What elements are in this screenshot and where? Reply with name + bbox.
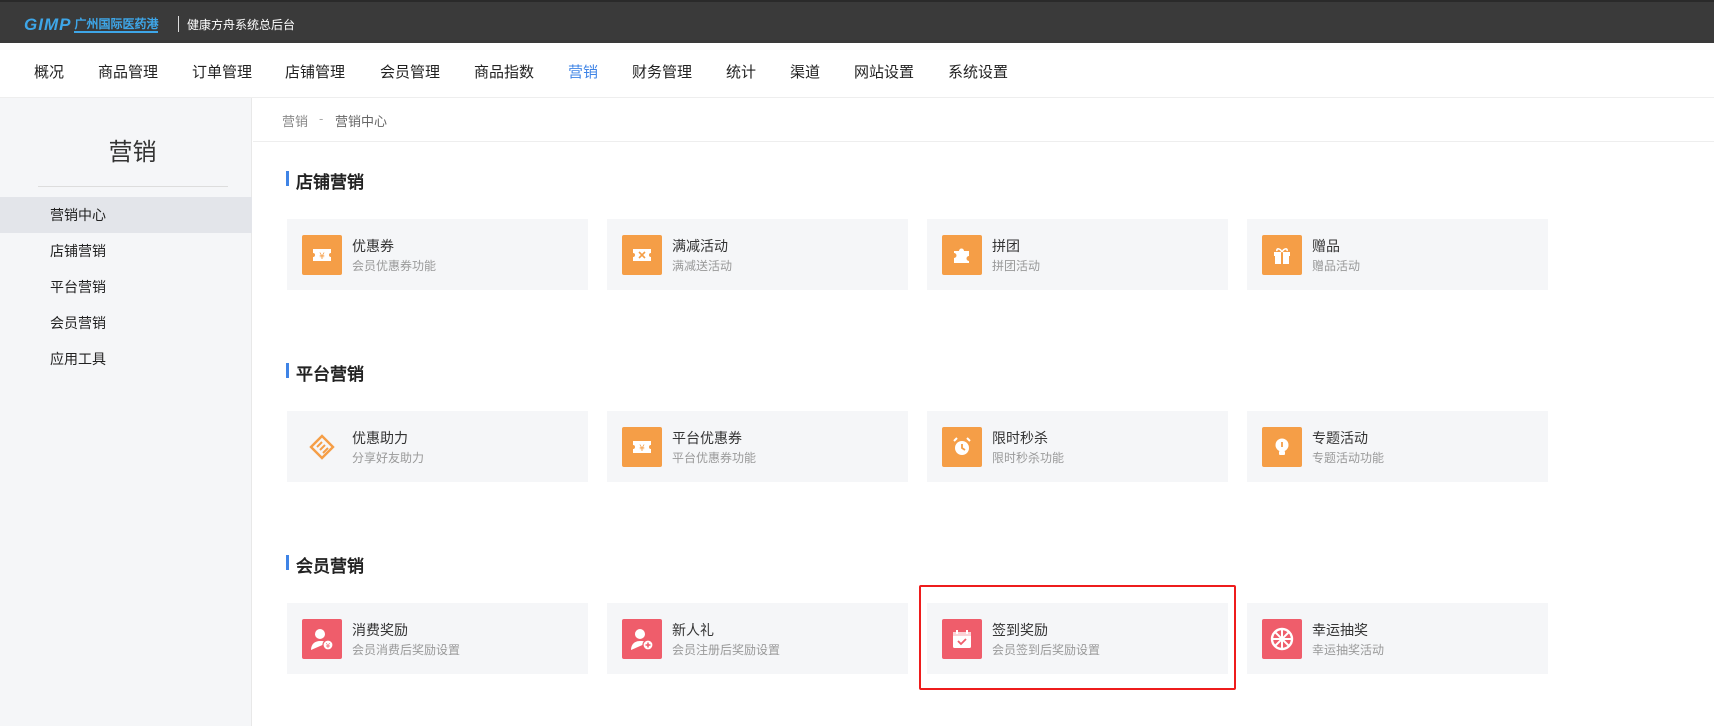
calendar-check-icon xyxy=(942,619,982,659)
card-gift[interactable]: 赠品 赠品活动 xyxy=(1247,219,1548,290)
card-name: 优惠券 xyxy=(352,238,394,254)
card-name: 赠品 xyxy=(1312,238,1340,254)
sidebar-item-store-marketing[interactable]: 店铺营销 xyxy=(0,233,252,269)
sidebar-divider xyxy=(38,186,228,187)
ticket-icon: ¥ xyxy=(302,235,342,275)
nav-item-channels[interactable]: 渠道 xyxy=(790,61,820,82)
puzzle-icon xyxy=(942,235,982,275)
svg-text:¥: ¥ xyxy=(639,444,645,454)
card-name: 专题活动 xyxy=(1312,430,1368,446)
svg-text:¥: ¥ xyxy=(319,252,325,262)
section-title-store-marketing: 店铺营销 xyxy=(286,168,364,193)
card-newcomer-gift[interactable]: 新人礼 会员注册后奖励设置 xyxy=(607,603,908,674)
top-bar: GIMP 广州国际医药港 健康方舟系统总后台 xyxy=(0,0,1714,43)
divider xyxy=(178,16,179,32)
breadcrumb-parent[interactable]: 营销 xyxy=(282,111,308,130)
nav-item-stores[interactable]: 店铺管理 xyxy=(285,61,345,82)
card-coupon[interactable]: ¥ 优惠券 会员优惠券功能 xyxy=(287,219,588,290)
card-boost[interactable]: 优惠助力 分享好友助力 xyxy=(287,411,588,482)
card-special-event[interactable]: 专题活动 专题活动功能 xyxy=(1247,411,1548,482)
card-desc: 拼团活动 xyxy=(992,259,1041,273)
tag-icon xyxy=(302,427,342,467)
card-desc: 专题活动功能 xyxy=(1312,451,1385,465)
nav-item-marketing[interactable]: 营销 xyxy=(568,61,598,82)
nav-item-system-settings[interactable]: 系统设置 xyxy=(948,61,1008,82)
sidebar-item-tools[interactable]: 应用工具 xyxy=(0,341,252,377)
logo[interactable]: GIMP 广州国际医药港 xyxy=(24,15,159,35)
lightbulb-icon xyxy=(1262,427,1302,467)
card-desc: 分享好友助力 xyxy=(352,451,425,465)
card-flash-sale[interactable]: 限时秒杀 限时秒杀功能 xyxy=(927,411,1228,482)
card-desc: 平台优惠券功能 xyxy=(672,451,757,465)
card-name: 优惠助力 xyxy=(352,430,408,446)
section-title-platform-marketing: 平台营销 xyxy=(286,360,364,385)
card-consumption-reward[interactable]: ¥ 消费奖励 会员消费后奖励设置 xyxy=(287,603,588,674)
card-desc: 满减送活动 xyxy=(672,259,733,273)
card-name: 平台优惠券 xyxy=(672,430,742,446)
card-name: 限时秒杀 xyxy=(992,430,1048,446)
card-group-buy[interactable]: 拼团 拼团活动 xyxy=(927,219,1228,290)
card-full-reduction[interactable]: 满减活动 满减送活动 xyxy=(607,219,908,290)
nav-item-statistics[interactable]: 统计 xyxy=(726,61,756,82)
breadcrumb-current: 营销中心 xyxy=(335,114,388,129)
user-reward-icon: ¥ xyxy=(302,619,342,659)
breadcrumb-separator: - xyxy=(319,111,324,126)
logo-cn-text: 广州国际医药港 xyxy=(74,16,159,33)
alarm-clock-icon xyxy=(942,427,982,467)
sidebar-item-marketing-center[interactable]: 营销中心 xyxy=(0,197,252,233)
breadcrumb: 营销 - 营销中心 xyxy=(253,98,1714,142)
nav-item-finance[interactable]: 财务管理 xyxy=(632,61,692,82)
user-add-icon xyxy=(622,619,662,659)
card-name: 签到奖励 xyxy=(992,622,1048,638)
sidebar-item-member-marketing[interactable]: 会员营销 xyxy=(0,305,252,341)
ticket-icon: ¥ xyxy=(622,427,662,467)
card-platform-coupon[interactable]: ¥ 平台优惠券 平台优惠券功能 xyxy=(607,411,908,482)
sidebar-item-platform-marketing[interactable]: 平台营销 xyxy=(0,269,252,305)
nav-item-products[interactable]: 商品管理 xyxy=(98,61,158,82)
card-desc: 会员优惠券功能 xyxy=(352,259,437,273)
ticket-icon xyxy=(622,235,662,275)
card-checkin-reward[interactable]: 签到奖励 会员签到后奖励设置 xyxy=(927,603,1228,674)
card-desc: 会员签到后奖励设置 xyxy=(992,643,1101,657)
sidebar: 营销 营销中心 店铺营销 平台营销 会员营销 应用工具 xyxy=(0,98,252,726)
card-name: 拼团 xyxy=(992,238,1020,254)
section-title-member-marketing: 会员营销 xyxy=(286,552,364,577)
card-name: 消费奖励 xyxy=(352,622,408,638)
card-desc: 赠品活动 xyxy=(1312,259,1361,273)
card-name: 幸运抽奖 xyxy=(1312,622,1368,638)
card-name: 满减活动 xyxy=(672,238,728,254)
card-desc: 幸运抽奖活动 xyxy=(1312,643,1385,657)
nav-item-orders[interactable]: 订单管理 xyxy=(192,61,252,82)
nav-item-product-index[interactable]: 商品指数 xyxy=(474,61,534,82)
card-name: 新人礼 xyxy=(672,622,714,638)
nav-item-overview[interactable]: 概况 xyxy=(34,61,64,82)
card-lucky-draw[interactable]: 幸运抽奖 幸运抽奖活动 xyxy=(1247,603,1548,674)
card-desc: 限时秒杀功能 xyxy=(992,451,1065,465)
wheel-icon xyxy=(1262,619,1302,659)
nav-item-members[interactable]: 会员管理 xyxy=(380,61,440,82)
main-nav: 概况 商品管理 订单管理 店铺管理 会员管理 商品指数 营销 财务管理 统计 渠… xyxy=(0,43,1714,98)
svg-text:¥: ¥ xyxy=(326,642,331,650)
sidebar-title: 营销 xyxy=(108,139,157,166)
nav-item-site-settings[interactable]: 网站设置 xyxy=(854,61,914,82)
card-desc: 会员注册后奖励设置 xyxy=(672,643,781,657)
system-title: 健康方舟系统总后台 xyxy=(187,18,296,32)
gift-icon xyxy=(1262,235,1302,275)
card-desc: 会员消费后奖励设置 xyxy=(352,643,461,657)
logo-text: GIMP xyxy=(24,15,72,34)
